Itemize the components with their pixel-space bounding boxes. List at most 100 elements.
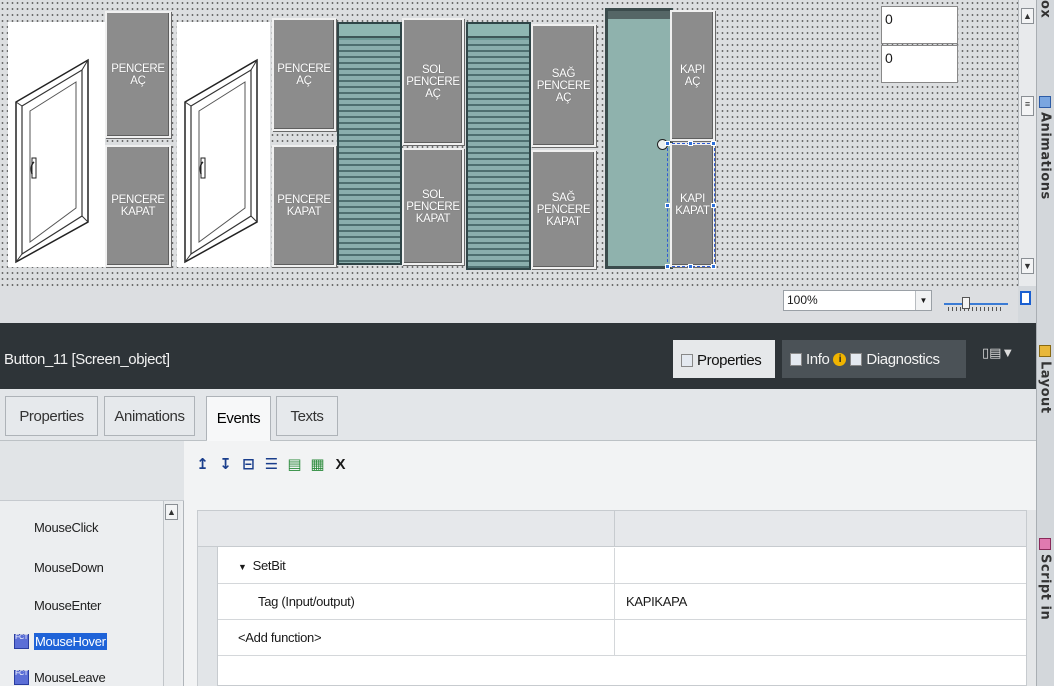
zoom-slider[interactable]: [944, 295, 1008, 313]
function-toolbar: ↥ ↧ ⊟ ☰ ▤ ▦ X: [195, 452, 348, 478]
tab-info-label: Info: [806, 350, 830, 368]
zoom-to-fit-icon[interactable]: [1020, 291, 1031, 305]
shutter-box: [339, 24, 400, 38]
resize-handle[interactable]: [665, 264, 670, 269]
tab-properties-label: Properties: [697, 351, 762, 369]
event-label: MouseEnter: [34, 598, 102, 613]
task-card-label: Script in: [1037, 554, 1053, 621]
info-badge-icon: i: [833, 352, 847, 366]
events-scrollbar[interactable]: ▲: [163, 501, 181, 686]
function-list-icon: FCT: [14, 634, 29, 649]
scroll-down-icon[interactable]: ▼: [1021, 258, 1034, 274]
task-card-layout[interactable]: Layout: [1036, 345, 1054, 495]
properties-icon: [681, 353, 693, 367]
function-table-header: [198, 511, 1026, 547]
function-name: SetBit: [252, 558, 286, 573]
pencere-kapat-button-2[interactable]: PENCERE KAPAT: [272, 145, 336, 267]
event-mouseenter[interactable]: MouseEnter: [0, 588, 163, 623]
parameter-value[interactable]: KAPIKAPA: [626, 594, 687, 609]
animations-icon: [1039, 96, 1051, 108]
subtab-events[interactable]: Events: [206, 396, 271, 442]
sag-pencere-kapat-button[interactable]: SAĞ PENCERE KAPAT: [531, 150, 596, 269]
convert-to-c-icon[interactable]: ▦: [310, 455, 325, 475]
canvas-vertical-scrollbar[interactable]: ▲ ≡ ▼: [1018, 0, 1036, 286]
function-row-setbit[interactable]: ▼ SetBit: [218, 548, 1026, 584]
sol-pencere-kapat-button[interactable]: SOL PENCERE KAPAT: [402, 148, 464, 265]
task-card-animations[interactable]: Animations: [1036, 96, 1054, 286]
expand-all-icon[interactable]: ☰: [264, 455, 279, 475]
zoom-slider-ticks: [948, 307, 1004, 311]
function-row-add[interactable]: <Add function>: [218, 620, 1026, 656]
chevron-down-icon[interactable]: ▼: [915, 291, 931, 310]
pencere-kapat-button-1[interactable]: PENCERE KAPAT: [105, 145, 171, 267]
io-field-2[interactable]: 0: [881, 45, 958, 83]
zoom-value: 100%: [787, 293, 818, 307]
convert-to-vb-icon[interactable]: ▤: [287, 455, 302, 475]
scroll-up-icon[interactable]: ▲: [165, 504, 178, 520]
io-field-1[interactable]: 0: [881, 6, 958, 44]
sol-pencere-ac-button[interactable]: SOL PENCERE AÇ: [402, 18, 464, 145]
scroll-thumb[interactable]: ≡: [1021, 96, 1034, 116]
function-list-icon: FCT: [14, 670, 29, 685]
task-card-label: Layout: [1037, 361, 1053, 414]
resize-handle[interactable]: [711, 141, 716, 146]
event-label: MouseClick: [34, 520, 99, 535]
door-top-frame: [608, 11, 670, 19]
task-card-label: Animations: [1037, 112, 1053, 200]
event-mouseleave[interactable]: FCT MouseLeave: [0, 660, 163, 686]
scroll-up-icon[interactable]: ▲: [1021, 8, 1034, 24]
tab-properties[interactable]: Properties: [673, 340, 775, 378]
script-icon: [1039, 538, 1051, 550]
shutter-box: [468, 24, 529, 38]
function-table-gutter: [198, 547, 218, 686]
layout-icon: [1039, 345, 1051, 357]
event-mousedown[interactable]: MouseDown: [0, 550, 163, 585]
function-row-tag[interactable]: Tag (Input/output) KAPIKAPA: [218, 584, 1026, 620]
delete-icon[interactable]: X: [333, 455, 348, 475]
event-label: MouseHover: [34, 633, 107, 650]
right-shutter: [466, 22, 531, 270]
event-mouseclick[interactable]: MouseClick: [0, 510, 163, 545]
function-table: ▼ SetBit Tag (Input/output) KAPIKAPA <Add…: [197, 510, 1027, 686]
pencere-ac-button-1[interactable]: PENCERE AÇ: [105, 11, 171, 138]
window-picture-1: [8, 22, 105, 267]
window-icon: [15, 58, 89, 264]
task-card-script[interactable]: Script in: [1036, 538, 1054, 686]
expand-triangle-icon[interactable]: ▼: [238, 562, 247, 572]
info-tab-icon: [790, 352, 802, 366]
move-down-icon[interactable]: ↧: [218, 455, 233, 475]
panel-layout-icon[interactable]: ▯▤▼: [982, 345, 1014, 361]
zoom-slider-track: [944, 303, 1008, 305]
shutter-slats: [468, 40, 529, 268]
resize-handle[interactable]: [688, 141, 693, 146]
event-mousehover[interactable]: FCT MouseHover: [0, 624, 163, 659]
window-icon: [184, 58, 258, 264]
subtab-properties[interactable]: Properties: [5, 396, 98, 436]
resize-handle[interactable]: [688, 264, 693, 269]
sag-pencere-ac-button[interactable]: SAĞ PENCERE AÇ: [531, 24, 596, 147]
add-function-label[interactable]: <Add function>: [238, 630, 322, 645]
selection-frame: [667, 143, 715, 267]
tab-diagnostics-label[interactable]: Diagnostics: [866, 351, 940, 368]
event-label: MouseLeave: [34, 670, 106, 685]
subtab-texts[interactable]: Texts: [276, 396, 338, 436]
left-shutter: [337, 22, 402, 265]
parameter-name: Tag (Input/output): [258, 594, 355, 609]
kapi-ac-button[interactable]: KAPI AÇ: [670, 10, 715, 141]
tab-info[interactable]: Info i Diagnostics: [782, 340, 966, 378]
resize-handle[interactable]: [665, 203, 670, 208]
collapse-all-icon[interactable]: ⊟: [241, 455, 256, 475]
subtab-animations[interactable]: Animations: [104, 396, 195, 436]
function-table-scrollbar[interactable]: [1027, 510, 1036, 686]
task-card-toolbox-partial[interactable]: ox: [1036, 0, 1054, 40]
resize-handle[interactable]: [711, 203, 716, 208]
resize-handle[interactable]: [665, 141, 670, 146]
move-up-icon[interactable]: ↥: [195, 455, 210, 475]
event-label: MouseDown: [34, 560, 104, 575]
zoom-select[interactable]: 100% ▼: [783, 290, 932, 311]
zoom-slider-thumb[interactable]: [962, 297, 970, 309]
pencere-ac-button-2[interactable]: PENCERE AÇ: [272, 18, 336, 131]
window-picture-2: [177, 22, 270, 267]
resize-handle[interactable]: [711, 264, 716, 269]
toolbox-label-fragment: ox: [1037, 0, 1053, 19]
